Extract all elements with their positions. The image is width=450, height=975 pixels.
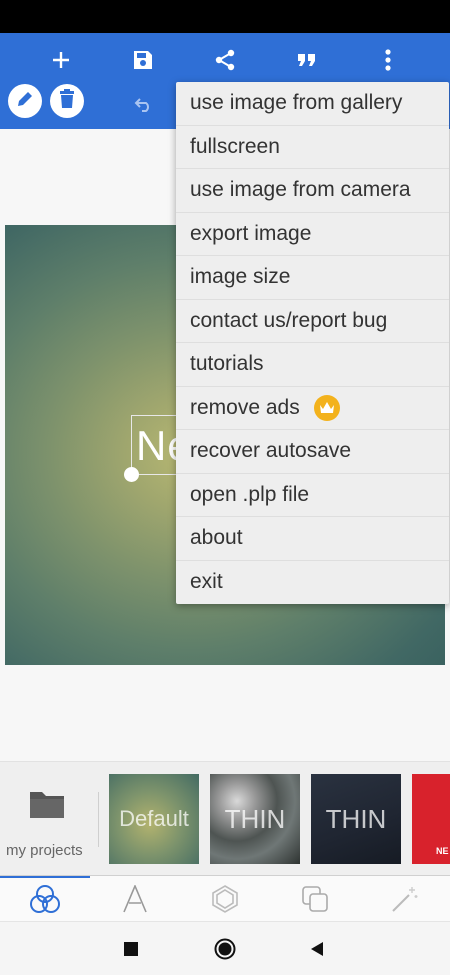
menu-item-use-image-from-camera[interactable]: use image from camera — [176, 169, 449, 213]
menu-item-contact-us[interactable]: contact us/report bug — [176, 300, 449, 343]
system-navbar — [0, 921, 450, 975]
menu-item-recover-autosave[interactable]: recover autosave — [176, 430, 449, 474]
resize-handle[interactable] — [124, 467, 139, 482]
crown-icon — [313, 394, 340, 421]
active-tab-indicator — [0, 876, 90, 878]
template-thumb-red[interactable]: NE — [412, 774, 450, 864]
add-icon[interactable] — [41, 40, 81, 80]
menu-item-tutorials[interactable]: tutorials — [176, 343, 449, 387]
share-icon[interactable] — [205, 40, 245, 80]
copy-icon[interactable] — [295, 882, 335, 916]
strip-divider — [98, 792, 99, 847]
template-thumb-default[interactable]: Default — [109, 774, 199, 864]
menu-item-use-image-from-gallery[interactable]: use image from gallery — [176, 82, 449, 126]
folder-icon — [28, 788, 66, 825]
home-icon[interactable] — [212, 936, 238, 962]
menu-item-remove-ads[interactable]: remove ads — [176, 387, 449, 430]
pencil-icon — [15, 89, 35, 114]
bottom-tab-bar — [0, 876, 450, 921]
shape-icon[interactable] — [205, 882, 245, 916]
more-vert-icon[interactable] — [368, 40, 408, 80]
template-thumb-thin-2[interactable]: THIN — [311, 774, 401, 864]
layers-icon[interactable] — [25, 882, 65, 916]
back-icon[interactable] — [304, 936, 330, 962]
menu-item-exit[interactable]: exit — [176, 561, 449, 605]
overflow-menu: use image from gallery fullscreen use im… — [176, 82, 449, 604]
menu-item-export-image[interactable]: export image — [176, 213, 449, 256]
menu-item-image-size[interactable]: image size — [176, 256, 449, 300]
quote-icon[interactable] — [287, 40, 327, 80]
my-projects-label: my projects — [6, 842, 83, 859]
save-icon[interactable] — [123, 40, 163, 80]
recents-icon[interactable] — [118, 936, 144, 962]
trash-icon — [58, 88, 76, 114]
menu-item-about[interactable]: about — [176, 517, 449, 561]
menu-item-open-plp-file[interactable]: open .plp file — [176, 474, 449, 517]
status-bar — [0, 0, 450, 33]
edit-button[interactable] — [8, 84, 42, 118]
app-screen: Ne use image from gallery fullscreen use… — [0, 0, 450, 975]
my-projects-button[interactable]: my projects — [0, 762, 98, 877]
template-strip: my projects Default THIN THIN NE — [0, 761, 450, 876]
menu-item-fullscreen[interactable]: fullscreen — [176, 126, 449, 169]
template-thumb-thin-1[interactable]: THIN — [210, 774, 300, 864]
undo-icon[interactable] — [130, 90, 158, 118]
text-icon[interactable] — [115, 882, 155, 916]
magic-wand-icon[interactable] — [385, 882, 425, 916]
delete-button[interactable] — [50, 84, 84, 118]
